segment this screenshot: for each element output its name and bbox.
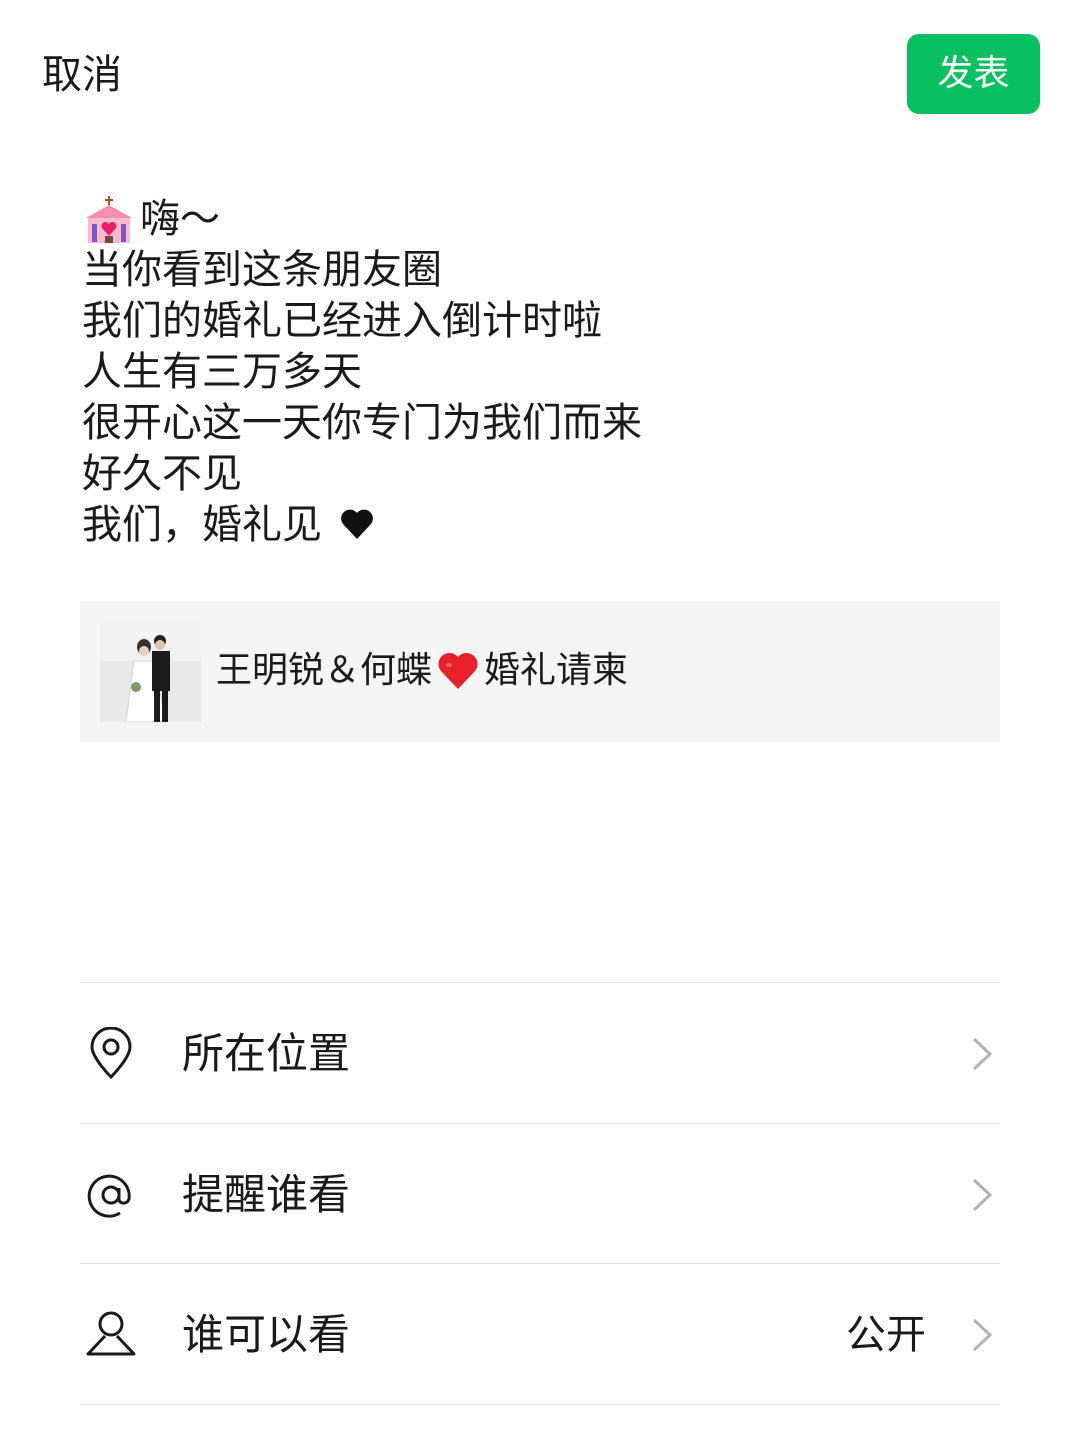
link-card[interactable]: 王明锐＆何蝶 婚礼请柬 <box>80 601 1000 742</box>
post-line: 我们，婚礼见 <box>82 500 1002 551</box>
link-title-part2: 婚礼请柬 <box>484 650 629 691</box>
visibility-value: 公开 <box>846 1312 926 1358</box>
header-bar: 取消 发表 <box>0 0 1080 150</box>
link-title-part1: 王明锐＆何蝶 <box>216 650 433 691</box>
post-line: 好久不见 <box>82 451 242 497</box>
chevron-right-icon <box>970 1035 994 1073</box>
wedding-photo-thumbnail <box>100 621 201 722</box>
post-line-text: 我们，婚礼见 <box>82 502 322 548</box>
link-card-title: 王明锐＆何蝶 婚礼请柬 <box>216 645 628 697</box>
option-label: 谁可以看 <box>182 1310 351 1359</box>
location-pin-icon <box>84 1026 138 1081</box>
publish-button[interactable]: 发表 <box>907 34 1040 114</box>
wedding-chapel-icon <box>82 195 136 244</box>
person-icon <box>84 1308 138 1362</box>
post-line: 我们的婚礼已经进入倒计时啦 <box>82 298 602 344</box>
option-location[interactable]: 所在位置 <box>80 983 1000 1123</box>
post-line: 很开心这一天你专门为我们而来 <box>82 400 642 446</box>
post-line: 当你看到这条朋友圈 <box>82 247 442 293</box>
post-line: 人生有三万多天 <box>82 349 362 395</box>
chevron-right-icon <box>970 1316 994 1354</box>
post-line: 嗨～ <box>82 194 1002 245</box>
black-heart-icon <box>339 504 375 540</box>
red-heart-icon <box>436 649 480 693</box>
option-visibility[interactable]: 谁可以看 公开 <box>80 1264 1000 1404</box>
divider <box>80 1404 1000 1405</box>
post-text-area[interactable]: 嗨～ 当你看到这条朋友圈 我们的婚礼已经进入倒计时啦 人生有三万多天 很开心这一… <box>82 194 1002 551</box>
chevron-right-icon <box>970 1176 994 1214</box>
at-sign-icon <box>84 1168 138 1222</box>
option-label: 提醒谁看 <box>182 1170 351 1219</box>
option-label: 所在位置 <box>182 1029 351 1078</box>
option-mention[interactable]: 提醒谁看 <box>80 1124 1000 1264</box>
cancel-button[interactable]: 取消 <box>42 48 122 102</box>
post-line-text: 嗨～ <box>140 196 220 242</box>
